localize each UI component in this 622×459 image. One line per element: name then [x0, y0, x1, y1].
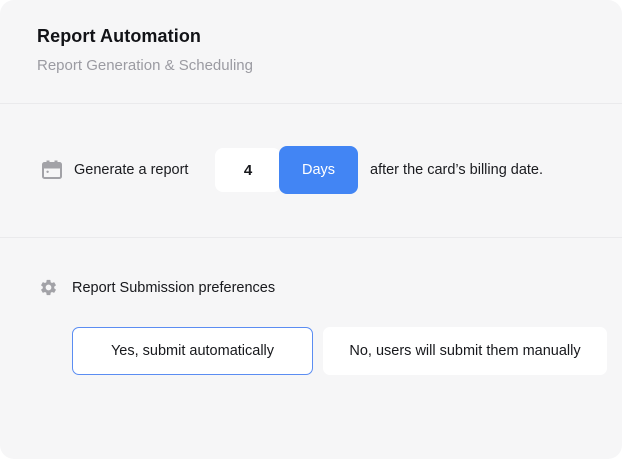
page-title: Report Automation: [37, 26, 201, 47]
report-submission-section: Report Submission preferences Yes, submi…: [0, 237, 622, 459]
submit-manually-option[interactable]: No, users will submit them manually: [323, 327, 607, 375]
submission-preferences-label: Report Submission preferences: [72, 280, 275, 296]
gear-icon: [39, 278, 58, 297]
report-generation-row: Generate a report Days after the card’s …: [0, 103, 622, 237]
card-header: Report Automation Report Generation & Sc…: [0, 0, 622, 103]
generate-report-label: Generate a report: [74, 162, 188, 178]
days-unit-label: Days: [302, 162, 335, 178]
submit-manually-label: No, users will submit them manually: [349, 343, 580, 359]
report-automation-card: Report Automation Report Generation & Sc…: [0, 0, 622, 459]
calendar-icon: [40, 158, 64, 182]
days-unit-button[interactable]: Days: [279, 146, 358, 194]
page-subtitle: Report Generation & Scheduling: [37, 57, 253, 74]
billing-date-suffix-label: after the card’s billing date.: [370, 162, 543, 178]
submit-automatically-option[interactable]: Yes, submit automatically: [72, 327, 313, 375]
days-count-input[interactable]: [215, 148, 281, 192]
submit-automatically-label: Yes, submit automatically: [111, 343, 274, 359]
